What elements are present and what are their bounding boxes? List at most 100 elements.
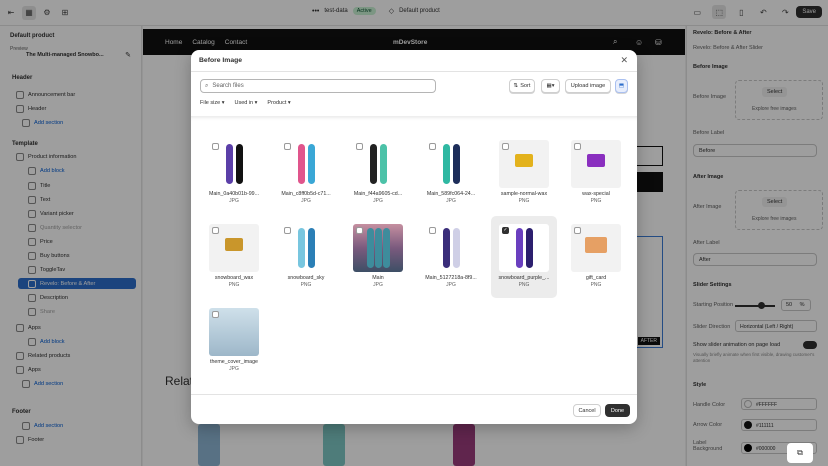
file-tile[interactable]: Main JPG — [345, 216, 411, 298]
view-toggle-button[interactable]: ▦▾ — [541, 79, 560, 93]
file-tile[interactable]: theme_cover_image JPG — [201, 300, 267, 382]
cancel-button[interactable]: Cancel — [573, 404, 601, 417]
file-thumbnail[interactable] — [426, 140, 476, 188]
filter-bar: File size ▾ Used in ▾ Product ▾ — [200, 100, 291, 106]
file-checkbox[interactable] — [574, 143, 581, 150]
file-type: PNG — [590, 282, 602, 288]
file-name: Main — [372, 275, 384, 281]
product-shape — [225, 238, 243, 251]
file-checkbox[interactable] — [284, 143, 291, 150]
file-type: PNG — [590, 198, 602, 204]
file-thumbnail[interactable] — [353, 224, 403, 272]
file-thumbnail[interactable] — [209, 224, 259, 272]
file-name: Main_0a40b01b-99... — [208, 191, 260, 197]
file-thumbnail[interactable] — [571, 224, 621, 272]
file-tile[interactable]: Main_589fc064-24... JPG — [418, 132, 484, 214]
file-type: JPG — [446, 198, 456, 204]
file-name: theme_cover_image — [210, 359, 258, 365]
product-shape — [298, 144, 305, 184]
file-thumbnail[interactable] — [209, 140, 259, 188]
product-shape — [308, 144, 315, 184]
file-type: JPG — [373, 282, 383, 288]
file-tile[interactable]: gift_card PNG — [563, 216, 629, 298]
file-name: Main_589fc064-24... — [426, 191, 476, 197]
file-name: snowboard_purple_... — [498, 275, 550, 281]
product-shape — [453, 144, 460, 184]
product-shape — [375, 228, 382, 268]
upload-icon-button[interactable]: ⬒ — [615, 79, 628, 93]
file-thumbnail[interactable] — [499, 140, 549, 188]
file-type: JPG — [229, 366, 239, 372]
product-shape — [380, 144, 387, 184]
upload-image-button[interactable]: Upload image — [565, 79, 611, 93]
file-checkbox[interactable] — [212, 227, 219, 234]
product-shape — [585, 237, 607, 253]
product-shape — [453, 228, 460, 268]
file-name: snowboard_wax — [214, 275, 254, 281]
file-tile[interactable]: Main_5127218a-8f9... JPG — [418, 216, 484, 298]
product-shape — [370, 144, 377, 184]
product-shape — [367, 228, 374, 268]
close-icon[interactable]: ✕ — [620, 55, 628, 66]
file-type: JPG — [446, 282, 456, 288]
file-thumbnail[interactable] — [209, 308, 259, 356]
file-type: PNG — [228, 282, 240, 288]
file-thumbnail[interactable] — [281, 224, 331, 272]
file-checkbox[interactable] — [356, 143, 363, 150]
file-type: JPG — [301, 198, 311, 204]
file-tile[interactable]: sample-normal-wax PNG — [491, 132, 557, 214]
file-checkbox[interactable] — [574, 227, 581, 234]
file-thumbnail[interactable] — [426, 224, 476, 272]
product-shape — [298, 228, 305, 268]
file-name: snowboard_sky — [287, 275, 325, 281]
filter-product[interactable]: Product ▾ — [267, 100, 290, 106]
product-shape — [236, 144, 243, 184]
product-shape — [443, 144, 450, 184]
product-shape — [226, 144, 233, 184]
file-name: sample-normal-wax — [500, 191, 548, 197]
file-checkbox[interactable] — [212, 143, 219, 150]
sort-icon: ⇅ — [513, 83, 519, 89]
sort-button[interactable]: ⇅ Sort — [509, 79, 535, 93]
file-thumbnail[interactable]: ✓ — [499, 224, 549, 272]
filter-file-size[interactable]: File size ▾ — [200, 100, 224, 106]
search-files-input[interactable]: ⌕ Search files — [200, 79, 436, 93]
product-shape — [308, 228, 315, 268]
file-checkbox[interactable]: ✓ — [502, 227, 509, 234]
product-shape — [443, 228, 450, 268]
file-thumbnail[interactable] — [353, 140, 403, 188]
file-tile[interactable]: snowboard_sky PNG — [273, 216, 339, 298]
search-placeholder: Search files — [212, 83, 244, 89]
file-tile[interactable]: Main_0a40b01b-99... JPG — [201, 132, 267, 214]
file-checkbox[interactable] — [429, 227, 436, 234]
file-checkbox[interactable] — [212, 311, 219, 318]
file-type: PNG — [518, 198, 530, 204]
upload-icon: ⬒ — [618, 83, 625, 89]
file-picker-modal: Before Image ✕ ⌕ Search files ⇅ Sort ▦▾ U… — [191, 50, 637, 424]
file-checkbox[interactable] — [356, 227, 363, 234]
file-checkbox[interactable] — [284, 227, 291, 234]
product-shape — [526, 228, 533, 268]
file-name: gift_card — [585, 275, 607, 281]
file-tile[interactable]: wax-special PNG — [563, 132, 629, 214]
modal-title: Before Image — [199, 57, 243, 64]
filter-used-in[interactable]: Used in ▾ — [234, 100, 257, 106]
file-tile[interactable]: snowboard_wax PNG — [201, 216, 267, 298]
file-tile[interactable]: Main_f44a9605-cd... JPG — [345, 132, 411, 214]
floating-widget-icon[interactable]: ⧉ — [787, 443, 813, 463]
file-tile[interactable]: Main_c8ff0b5d-c71... JPG — [273, 132, 339, 214]
file-thumbnail[interactable] — [571, 140, 621, 188]
filter-label: Product — [267, 100, 287, 106]
file-type: JPG — [373, 198, 383, 204]
filter-label: File size — [200, 100, 221, 106]
product-shape — [587, 154, 605, 167]
file-name: Main_c8ff0b5d-c71... — [281, 191, 331, 197]
file-checkbox[interactable] — [502, 143, 509, 150]
done-button[interactable]: Done — [605, 404, 630, 417]
file-type: PNG — [300, 282, 312, 288]
file-tile[interactable]: ✓ snowboard_purple_... PNG — [491, 216, 557, 298]
file-checkbox[interactable] — [429, 143, 436, 150]
filter-label: Used in — [234, 100, 254, 106]
search-icon: ⌕ — [205, 82, 209, 89]
file-thumbnail[interactable] — [281, 140, 331, 188]
